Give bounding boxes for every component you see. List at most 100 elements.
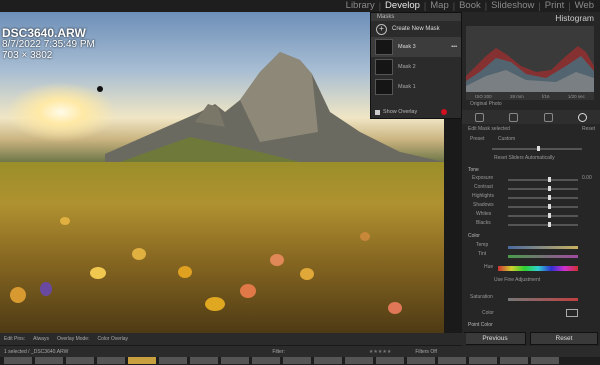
flower xyxy=(178,266,192,278)
film-thumbnail[interactable] xyxy=(190,357,218,364)
masks-panel-header[interactable]: Masks xyxy=(371,13,461,21)
show-overlay-label: Show Overlay xyxy=(383,109,418,115)
reset-button[interactable]: Reset xyxy=(530,332,598,345)
slider-knob[interactable] xyxy=(548,186,551,191)
flower xyxy=(300,268,314,280)
film-thumbnail[interactable] xyxy=(221,357,249,364)
slider-knob[interactable] xyxy=(537,146,540,151)
color-section-header[interactable]: Color xyxy=(468,233,480,239)
film-thumbnail[interactable] xyxy=(35,357,63,364)
exposure-value[interactable]: 0.00 xyxy=(582,175,592,181)
flower xyxy=(360,232,370,241)
filmstrip-thumbnails xyxy=(0,357,600,365)
highlights-label: Highlights xyxy=(472,193,494,199)
mask-label: Mask 2 xyxy=(398,64,416,70)
film-thumbnail[interactable] xyxy=(66,357,94,364)
film-thumbnail[interactable] xyxy=(283,357,311,364)
film-thumbnail[interactable] xyxy=(345,357,373,364)
reset-sliders-checkbox[interactable]: Reset Sliders Automatically xyxy=(494,155,555,161)
point-color-section-header[interactable]: Point Color xyxy=(468,322,493,328)
saturation-slider[interactable] xyxy=(508,298,578,301)
temp-label: Temp xyxy=(476,242,489,248)
film-thumbnail[interactable] xyxy=(500,357,528,364)
slider-knob[interactable] xyxy=(548,195,551,200)
develop-toolbar: Edit Pins: Always Overlay Mode: Color Ov… xyxy=(0,333,466,345)
slider-knob[interactable] xyxy=(548,177,551,182)
flower xyxy=(90,267,106,279)
film-thumbnail[interactable] xyxy=(128,357,156,364)
exposure-slider[interactable] xyxy=(508,177,578,182)
previous-button[interactable]: Previous xyxy=(464,332,526,345)
heal-icon[interactable] xyxy=(509,112,519,122)
film-thumbnail[interactable] xyxy=(314,357,342,364)
mask-item[interactable]: Mask 3 ••• xyxy=(371,37,461,57)
tint-slider[interactable] xyxy=(508,255,578,258)
histogram-info: ISO 200 28 mm f/16 1/20 sec xyxy=(466,92,594,100)
masks-panel: Masks + Create New Mask Mask 3 ••• Mask … xyxy=(370,12,462,119)
film-thumbnail[interactable] xyxy=(252,357,280,364)
overlay-color-swatch[interactable] xyxy=(441,109,447,115)
show-overlay-row[interactable]: Show Overlay xyxy=(371,106,465,118)
film-thumbnail[interactable] xyxy=(438,357,466,364)
slider-knob[interactable] xyxy=(548,213,551,218)
filters-off-dropdown[interactable]: Filters Off xyxy=(415,349,437,355)
module-print[interactable]: Print xyxy=(541,0,569,12)
create-new-mask-button[interactable]: + Create New Mask xyxy=(371,21,461,37)
mask-icon[interactable] xyxy=(578,112,588,122)
module-develop[interactable]: Develop xyxy=(381,0,424,12)
histogram xyxy=(466,26,594,92)
flower xyxy=(132,248,146,260)
whites-slider[interactable] xyxy=(508,213,578,218)
film-thumbnail[interactable] xyxy=(407,357,435,364)
plus-icon: + xyxy=(376,23,387,35)
fine-adjustment-checkbox[interactable]: Use Fine Adjustment xyxy=(494,277,540,283)
blacks-label: Blacks xyxy=(476,220,491,226)
film-thumbnail[interactable] xyxy=(159,357,187,364)
tone-section-header[interactable]: Tone xyxy=(468,167,479,173)
module-slideshow[interactable]: Slideshow xyxy=(487,0,538,12)
color-swatch[interactable] xyxy=(566,309,578,317)
slider-knob[interactable] xyxy=(548,204,551,209)
flower xyxy=(388,302,402,314)
overlay-mode-dropdown[interactable]: Color Overlay xyxy=(97,336,128,342)
color-label: Color xyxy=(482,310,494,316)
film-thumbnail[interactable] xyxy=(376,357,404,364)
hue-slider[interactable] xyxy=(498,266,578,271)
mask-item[interactable]: Mask 1 xyxy=(371,77,461,97)
blacks-slider[interactable] xyxy=(508,222,578,227)
module-library[interactable]: Library xyxy=(342,0,379,12)
rating-stars[interactable]: ★★★★★ xyxy=(369,349,391,355)
edit-pins-dropdown[interactable]: Always xyxy=(33,336,49,342)
red-eye-icon[interactable] xyxy=(543,112,553,122)
preset-label: Preset xyxy=(470,136,485,142)
create-new-mask-label: Create New Mask xyxy=(392,26,440,32)
temp-slider[interactable] xyxy=(508,246,578,249)
mask-thumbnail xyxy=(375,59,393,75)
film-thumbnail[interactable] xyxy=(469,357,497,364)
crop-icon[interactable] xyxy=(474,112,484,122)
module-map[interactable]: Map xyxy=(426,0,452,12)
amount-slider[interactable] xyxy=(492,146,582,151)
show-overlay-checkbox[interactable] xyxy=(375,109,380,115)
panel-reset-link[interactable]: Reset xyxy=(582,126,595,132)
histogram-header[interactable]: Histogram xyxy=(462,12,600,24)
flower xyxy=(40,282,52,296)
original-photo-label[interactable]: Original Photo xyxy=(470,101,502,107)
shadows-slider[interactable] xyxy=(508,204,578,209)
contrast-slider[interactable] xyxy=(508,186,578,191)
photo-dimensions: 703 × 3802 xyxy=(2,50,53,61)
film-thumbnail[interactable] xyxy=(531,357,559,364)
highlights-slider[interactable] xyxy=(508,195,578,200)
more-icon[interactable]: ••• xyxy=(451,44,457,50)
iso-value: ISO 200 xyxy=(475,93,492,99)
module-web[interactable]: Web xyxy=(571,0,598,12)
film-thumbnail[interactable] xyxy=(4,357,32,364)
mask-item[interactable]: Mask 2 xyxy=(371,57,461,77)
film-thumbnail[interactable] xyxy=(97,357,125,364)
module-book[interactable]: Book xyxy=(455,0,485,12)
slider-knob[interactable] xyxy=(548,222,551,227)
histogram-graph xyxy=(466,46,594,92)
mask-pin[interactable] xyxy=(97,86,103,92)
filmstrip: 1 selected / _DSC3640.ARW Filter: ★★★★★ … xyxy=(0,346,600,365)
preset-dropdown[interactable]: Custom xyxy=(498,136,515,142)
